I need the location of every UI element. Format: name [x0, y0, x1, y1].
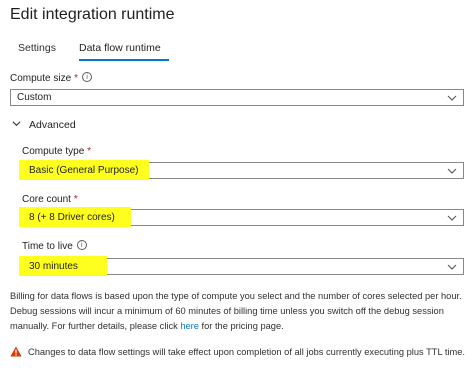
pricing-link[interactable]: here [180, 321, 199, 331]
required-marker: * [73, 194, 78, 205]
compute-size-label: Compute size [10, 73, 72, 84]
chevron-down-icon [447, 95, 457, 101]
compute-size-dropdown[interactable]: Custom [10, 89, 464, 106]
compute-type-label: Compute type [22, 146, 85, 157]
core-count-label: Core count [22, 194, 71, 205]
chevron-down-icon [447, 168, 457, 174]
compute-type-value: Basic (General Purpose) [29, 165, 139, 176]
chevron-down-icon [447, 264, 457, 270]
time-to-live-label-row: Time to live i [22, 240, 87, 252]
panel-title: Edit integration runtime [10, 6, 175, 23]
advanced-toggle[interactable]: Advanced [12, 119, 76, 131]
chevron-down-icon [12, 121, 21, 127]
compute-size-value: Custom [17, 92, 52, 103]
advanced-label: Advanced [29, 119, 76, 131]
compute-size-label-row: Compute size * i [10, 72, 93, 84]
active-tab-indicator [79, 59, 169, 61]
warning-icon [10, 346, 22, 357]
compute-type-label-row: Compute type * [22, 146, 91, 157]
required-marker: * [74, 73, 79, 84]
time-to-live-value: 30 minutes [29, 261, 78, 272]
core-count-label-row: Core count * [22, 194, 78, 205]
billing-text-end: for the pricing page. [198, 321, 284, 331]
compute-type-dropdown[interactable]: Basic (General Purpose) [19, 160, 464, 180]
time-to-live-dropdown[interactable]: 30 minutes [19, 256, 464, 276]
core-count-value: 8 (+ 8 Driver cores) [29, 212, 115, 223]
info-icon[interactable]: i [82, 72, 93, 82]
required-marker: * [87, 146, 92, 157]
chevron-down-icon [447, 215, 457, 221]
tab-data-flow-runtime[interactable]: Data flow runtime [79, 42, 161, 54]
time-to-live-label: Time to live [22, 241, 73, 252]
tab-settings[interactable]: Settings [18, 42, 56, 54]
billing-note: Billing for data flows is based upon the… [10, 289, 468, 334]
core-count-dropdown[interactable]: 8 (+ 8 Driver cores) [19, 207, 464, 227]
warning-message: Changes to data flow settings will take … [28, 347, 466, 357]
info-icon[interactable]: i [76, 240, 87, 250]
